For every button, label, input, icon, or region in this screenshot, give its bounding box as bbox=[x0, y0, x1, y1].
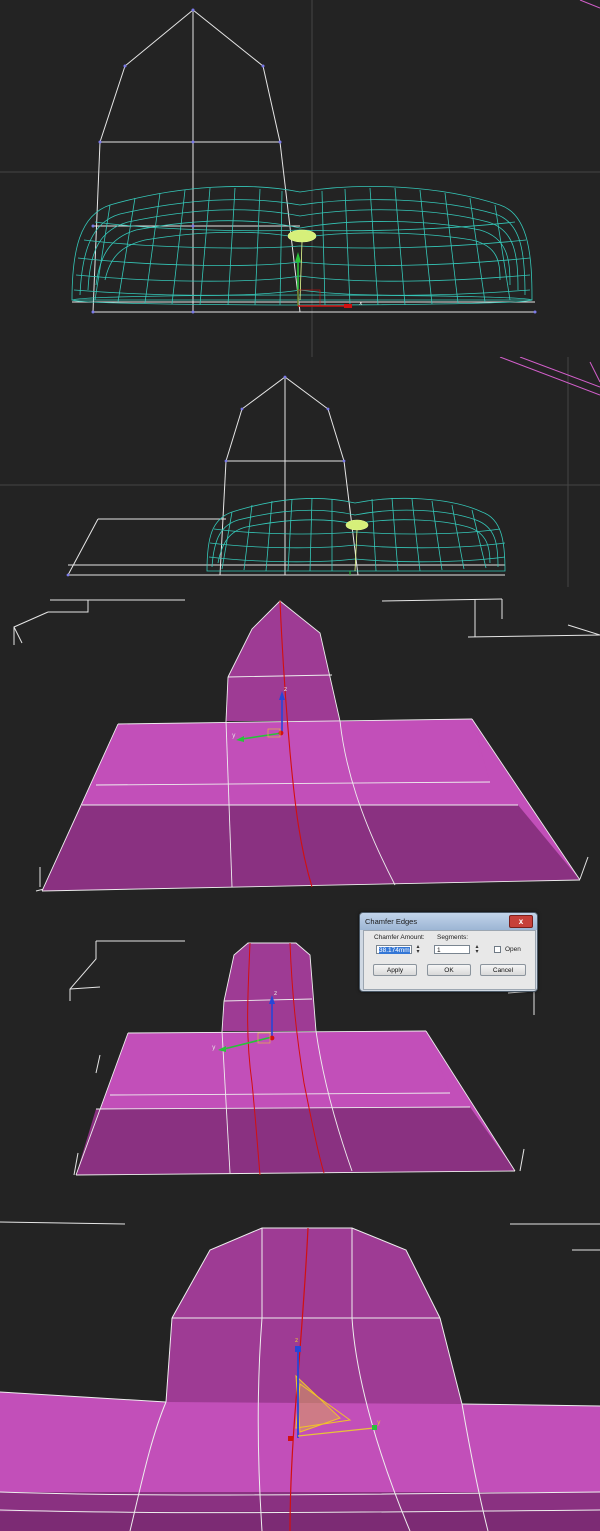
z-axis-label: z bbox=[284, 686, 287, 693]
y-axis-label: y bbox=[377, 1419, 381, 1426]
cancel-button[interactable]: Cancel bbox=[480, 964, 526, 976]
y-axis-label: y bbox=[212, 1044, 216, 1051]
y-axis-label: y bbox=[232, 732, 236, 739]
close-icon[interactable]: x bbox=[509, 915, 533, 928]
chamfer-amount-label: Chamfer Amount: bbox=[374, 934, 425, 941]
chamfer-amount-input[interactable]: 38.174mm bbox=[376, 945, 412, 954]
dialog-titlebar[interactable]: Chamfer Edges x bbox=[360, 913, 537, 930]
dialog-title: Chamfer Edges bbox=[365, 917, 418, 926]
ok-button[interactable]: OK bbox=[427, 964, 471, 976]
viewport-5-shaded[interactable]: z y bbox=[0, 1210, 600, 1531]
dialog-body: Chamfer Amount: Segments: 38.174mm ▴ ▾ 1 … bbox=[363, 930, 536, 990]
viewport-1-wireframe[interactable]: x bbox=[0, 0, 600, 357]
x-axis-label: x bbox=[359, 300, 363, 307]
chamfer-edges-dialog[interactable]: Chamfer Edges x Chamfer Amount: Segments… bbox=[359, 912, 538, 992]
z-axis-handle-icon bbox=[295, 1346, 301, 1352]
x-axis-handle-icon bbox=[288, 1436, 293, 1441]
z-axis-label: z bbox=[274, 990, 277, 997]
open-checkbox[interactable] bbox=[494, 946, 501, 953]
segments-spinner-icon[interactable]: ▴ ▾ bbox=[474, 944, 480, 955]
segments-label: Segments: bbox=[437, 934, 469, 941]
chamfer-amount-spinner-icon[interactable]: ▴ ▾ bbox=[415, 944, 421, 955]
segments-input[interactable]: 1 bbox=[434, 945, 470, 954]
viewport-3-shaded[interactable]: z y bbox=[0, 587, 600, 903]
x-axis-handle-icon bbox=[344, 304, 352, 308]
z-axis-label: z bbox=[295, 1337, 298, 1344]
viewport-2-wireframe[interactable] bbox=[0, 357, 600, 587]
open-label: Open bbox=[505, 946, 521, 953]
apply-button[interactable]: Apply bbox=[373, 964, 417, 976]
